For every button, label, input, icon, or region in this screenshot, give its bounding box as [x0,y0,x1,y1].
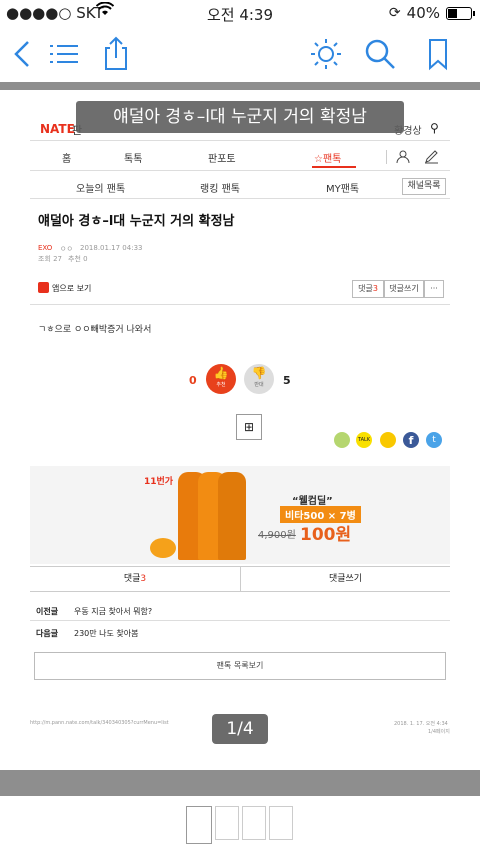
ad-old-price: 4,900원 [258,530,296,541]
twitter-share-icon[interactable]: t [426,432,442,448]
comment-button-label: 댓글 [358,284,373,293]
downvote-label: 반대 [254,382,264,388]
tab-write-comment[interactable]: 댓글쓰기 [241,567,450,591]
divider [386,150,387,164]
nav-panphoto[interactable]: 판포토 [208,150,236,165]
ad-tag: “웰컴딜” [292,496,333,507]
thumbs-down-icon: 👎 [251,366,267,380]
back-icon[interactable] [6,36,42,72]
document-title-overlay: 얘덜아 경ㅎ–l대 누군지 거의 확정남 [76,101,404,133]
subnav-ranking[interactable]: 랭킹 팬톡 [200,180,240,195]
thumbnail-strip [0,796,480,854]
app-icon [38,282,49,293]
battery-percent: 40% [406,4,440,22]
site-search-icon[interactable]: ⚲ [430,121,439,135]
thumbnail-page-1[interactable] [186,806,212,844]
list-icon[interactable] [46,36,82,72]
divider [30,620,450,621]
nate-logo[interactable]: NATE [40,122,75,136]
article-views: 조회 27 [38,255,63,263]
comment-button[interactable]: 댓글3 [352,280,384,298]
channel-list-button[interactable]: 채널목록 [402,178,446,195]
share-icon[interactable] [98,36,134,72]
subnav-today[interactable]: 오늘의 팬톡 [76,180,125,195]
app-view-link[interactable]: 앱으로 보기 [52,283,91,294]
comment-count: 3 [372,284,378,293]
thumbs-up-icon: 👍 [213,366,229,380]
status-bar: ●●●●○ SKT 오전 4:39 ⟳ 40% [0,0,480,26]
article-date: 2018.01.17 04:33 [80,244,143,252]
search-icon[interactable] [362,36,398,72]
write-comment-button[interactable]: 댓글쓰기 [384,280,424,298]
nav-toktok[interactable]: 톡톡 [124,150,142,165]
subnav-my[interactable]: MY팬톡 [326,180,359,195]
bottle-image [218,472,246,560]
nav-home[interactable]: 홈 [62,150,71,165]
page-indicator: 1/4 [212,714,268,744]
footer-date: 2018. 1. 17. 오전 4:34 [394,721,448,727]
comment-tabs: 댓글3 댓글쓰기 [30,566,450,592]
rotation-lock-icon: ⟳ [388,5,401,21]
downvote-count: 5 [283,374,291,387]
battery-icon [446,6,475,20]
tab-comments-label: 댓글 [123,574,141,584]
nav-active-underline [312,166,356,168]
tab-comments-count: 3 [140,574,147,584]
divider [30,304,450,305]
divider [30,170,450,171]
nav-fantalk[interactable]: ☆팬톡 [314,150,341,165]
article-title: 얘덜아 경ㅎ–l대 누군지 거의 확정남 [38,214,235,229]
ad-banner[interactable]: 11번가 “웰컴딜” 비타500 × 7병 4,900원 100원 [30,466,450,564]
page-top-edge [0,82,480,90]
prev-label: 이전글 [36,607,59,616]
thumbnail-page-3[interactable] [242,806,266,840]
scrap-icon[interactable]: ⊞ [236,414,262,440]
article-recommend: 추천 0 [68,255,88,263]
downvote-button[interactable]: 👎 반대 [244,364,274,394]
bookmark-icon[interactable] [420,36,456,72]
kakaostory-share-icon[interactable] [380,432,396,448]
footer-url: http://m.pann.nate.com/talk/340340305?cu… [30,720,169,726]
article-category[interactable]: EXO [38,244,52,252]
facebook-share-icon[interactable]: f [403,432,419,448]
thumbnail-page-2[interactable] [215,806,239,840]
fantalk-list-button[interactable]: 팬톡 목록보기 [34,652,446,680]
more-button[interactable]: ··· [424,280,444,298]
reader-toolbar [0,30,480,78]
status-right: ⟳ 40% [388,4,475,22]
write-icon[interactable] [424,150,440,164]
kakaotalk-share-icon[interactable]: TALK [356,432,372,448]
prev-link[interactable]: 우동 지금 찾아서 뭐함? [74,606,152,617]
upvote-button[interactable]: 👍 추천 [206,364,236,394]
divider [30,198,450,199]
band-share-icon[interactable] [334,432,350,448]
footer-page: 1/4페이지 [428,729,450,735]
page-bottom-edge [0,770,480,796]
next-link[interactable]: 230만 나도 찾아봄 [74,628,139,639]
divider [30,140,450,141]
brightness-icon[interactable] [308,36,344,72]
tab-comments[interactable]: 댓글3 [30,567,240,591]
thumbnail-page-4[interactable] [269,806,293,840]
next-label: 다음글 [36,629,59,638]
orange-image [150,538,176,558]
article-author: ㅇㅇ [60,245,73,253]
upvote-count: 0 [189,374,197,387]
ad-price: 100원 [300,525,352,545]
user-icon[interactable] [396,150,410,164]
ad-badge: 11번가 [144,477,174,487]
upvote-label: 추천 [216,382,226,388]
article-body: ㄱㅎ으로 ㅇㅇ빼박증거 나와서 [38,325,152,335]
